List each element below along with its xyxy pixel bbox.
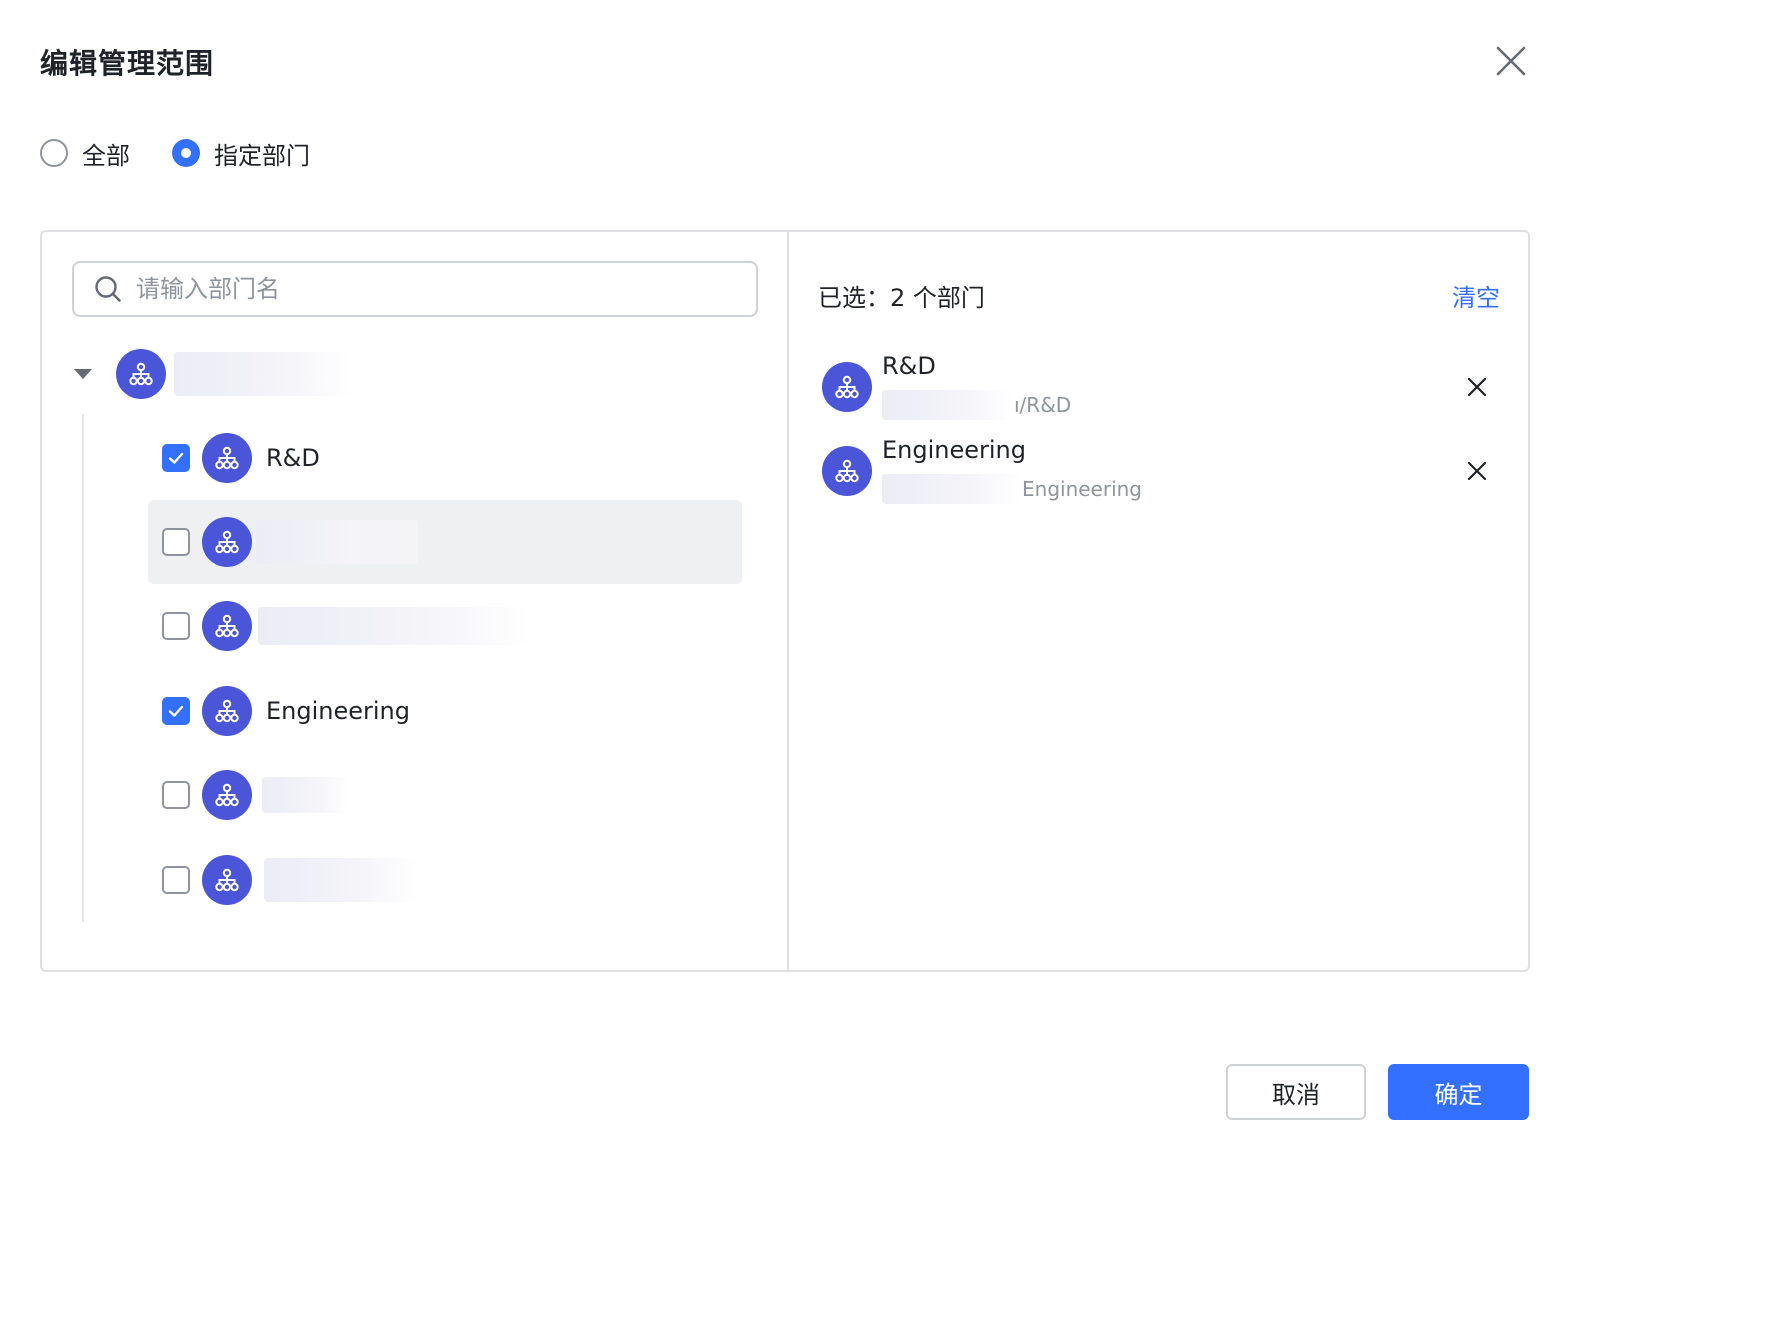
redacted-name xyxy=(258,607,530,645)
search-icon xyxy=(95,276,121,302)
redacted-path xyxy=(882,474,1022,504)
radio-specific-label: 指定部门 xyxy=(214,141,310,170)
selected-item-path: ı/R&D xyxy=(882,390,1071,420)
selected-item-name: R&D xyxy=(882,352,936,380)
tree-item-5[interactable] xyxy=(148,753,742,837)
dialog-title: 编辑管理范围 xyxy=(40,47,215,80)
tree-item-label: Engineering xyxy=(266,697,410,725)
selected-item-path: Engineering xyxy=(882,474,1142,504)
redacted-path xyxy=(882,390,1014,420)
close-icon xyxy=(1496,46,1526,76)
panel-divider xyxy=(787,232,789,970)
department-avatar xyxy=(822,446,872,496)
org-chart-icon xyxy=(129,362,153,386)
search-input[interactable] xyxy=(136,275,736,303)
department-avatar xyxy=(202,855,252,905)
check-icon xyxy=(168,705,184,717)
selected-item-engineering: Engineering Engineering xyxy=(822,436,1502,516)
selected-item-rd: R&D ı/R&D xyxy=(822,352,1502,432)
scope-radio-group: 全部 指定部门 xyxy=(40,134,352,172)
tree-guide-line xyxy=(82,414,84,922)
selected-item-path-text: ı/R&D xyxy=(1014,393,1072,417)
org-chart-icon xyxy=(215,614,239,638)
checkbox-rd[interactable] xyxy=(162,444,190,472)
department-avatar xyxy=(822,362,872,412)
org-chart-icon xyxy=(215,446,239,470)
department-avatar xyxy=(202,433,252,483)
redacted-name xyxy=(174,352,352,396)
remove-icon xyxy=(1467,377,1487,397)
cancel-button[interactable]: 取消 xyxy=(1226,1064,1366,1120)
tree-item-2[interactable] xyxy=(148,500,742,584)
radio-all-label: 全部 xyxy=(82,141,130,170)
tree-item-rd[interactable]: R&D xyxy=(148,416,742,500)
department-avatar xyxy=(116,349,166,399)
department-avatar xyxy=(202,770,252,820)
org-chart-icon xyxy=(215,783,239,807)
org-chart-icon xyxy=(215,699,239,723)
tree-item-engineering[interactable]: Engineering xyxy=(148,669,742,753)
search-box[interactable] xyxy=(72,261,758,317)
checkbox-item-2[interactable] xyxy=(162,528,190,556)
radio-specific-departments[interactable]: 指定部门 xyxy=(172,136,310,171)
close-button[interactable] xyxy=(1490,40,1532,82)
selected-item-path-text: Engineering xyxy=(1022,477,1142,501)
checkbox-item-3[interactable] xyxy=(162,612,190,640)
org-chart-icon xyxy=(215,868,239,892)
org-chart-icon xyxy=(835,375,859,399)
clear-all-link[interactable]: 清空 xyxy=(1452,278,1500,313)
remove-engineering-button[interactable] xyxy=(1464,458,1490,484)
org-chart-icon xyxy=(215,530,239,554)
caret-down-icon[interactable] xyxy=(70,361,96,387)
remove-icon xyxy=(1467,461,1487,481)
org-chart-icon xyxy=(835,459,859,483)
redacted-name xyxy=(262,777,348,813)
department-avatar xyxy=(202,517,252,567)
tree-item-6[interactable] xyxy=(148,838,742,922)
tree-item-3[interactable] xyxy=(148,584,742,668)
redacted-name xyxy=(264,858,418,902)
selected-count-label: 已选：2 个部门 xyxy=(818,284,985,312)
remove-rd-button[interactable] xyxy=(1464,374,1490,400)
radio-all-circle[interactable] xyxy=(40,139,68,167)
tree-item-label: R&D xyxy=(266,444,320,472)
checkbox-engineering[interactable] xyxy=(162,697,190,725)
redacted-name xyxy=(256,520,418,564)
selected-item-name: Engineering xyxy=(882,436,1026,464)
radio-specific-circle[interactable] xyxy=(172,139,200,167)
confirm-button[interactable]: 确定 xyxy=(1388,1064,1529,1120)
check-icon xyxy=(168,452,184,464)
department-avatar xyxy=(202,601,252,651)
checkbox-item-6[interactable] xyxy=(162,866,190,894)
checkbox-item-5[interactable] xyxy=(162,781,190,809)
radio-all[interactable]: 全部 xyxy=(40,136,130,171)
department-avatar xyxy=(202,686,252,736)
tree-root-node[interactable] xyxy=(70,348,352,400)
department-picker-panel: R&D xyxy=(40,230,1530,972)
